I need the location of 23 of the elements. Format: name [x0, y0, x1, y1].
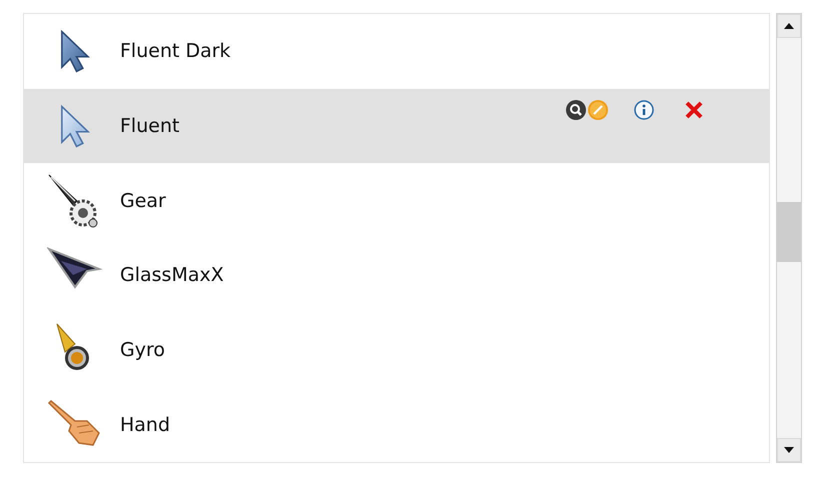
list-item[interactable]: Gear — [24, 163, 769, 238]
list-item[interactable]: Fluent Dark — [24, 14, 769, 89]
info-icon[interactable] — [634, 100, 654, 120]
scheme-name: Gear — [120, 190, 166, 212]
up-arrow-icon — [784, 23, 794, 29]
down-arrow-icon — [784, 447, 794, 453]
scheme-name: GlassMaxX — [120, 264, 224, 286]
scroll-thumb[interactable] — [777, 202, 801, 262]
list-item[interactable]: Hand — [24, 387, 769, 462]
close-icon[interactable] — [684, 100, 704, 120]
search-icon[interactable] — [566, 100, 586, 120]
scheme-name: Hand — [120, 414, 170, 436]
scheme-name: Fluent — [120, 115, 180, 138]
arrow-cursor-icon — [60, 30, 90, 73]
scheme-name: Fluent Dark — [120, 40, 231, 62]
scroll-down-button[interactable] — [777, 438, 801, 462]
list-item[interactable]: Gyro — [24, 312, 769, 388]
scroll-up-button[interactable] — [777, 14, 801, 38]
scheme-name: Gyro — [120, 339, 165, 362]
list-item[interactable]: Fluent — [24, 88, 769, 164]
scrollbar[interactable] — [776, 13, 802, 463]
list-item[interactable]: GlassMaxX — [24, 238, 769, 313]
arrow-cursor-icon — [60, 104, 90, 148]
